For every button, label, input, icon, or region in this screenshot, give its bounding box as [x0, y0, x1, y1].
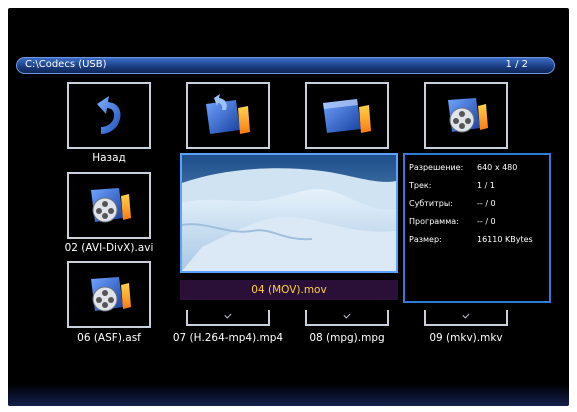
video-tile[interactable]: [424, 310, 508, 326]
chevron-down-icon: [343, 311, 351, 319]
preview-thumbnail-image: [182, 155, 396, 271]
info-key: Трек:: [409, 181, 432, 190]
folder-up-tile[interactable]: [186, 82, 270, 149]
info-key: Программа:: [409, 217, 459, 226]
info-value: -- / 0: [477, 217, 496, 226]
video-tile[interactable]: [186, 310, 270, 326]
tile-caption: 09 (mkv).mkv: [429, 332, 503, 344]
folder-up-icon: [206, 93, 250, 134]
video-tile[interactable]: [305, 310, 389, 326]
folder-icon: [323, 98, 371, 133]
back-arrow-icon: [97, 95, 121, 134]
info-value: 640 x 480: [477, 163, 518, 172]
path-bar: C:\Codecs (USB) 1 / 2: [16, 57, 555, 74]
info-key: Размер:: [409, 235, 442, 244]
film-reel-icon: [91, 187, 131, 222]
bottom-bar: [8, 384, 569, 406]
video-tile[interactable]: [67, 172, 151, 239]
info-key: Разрешение:: [409, 163, 464, 172]
info-value: 16110 KBytes: [477, 235, 533, 244]
film-reel-icon: [448, 97, 488, 132]
chevron-down-icon: [462, 311, 470, 319]
tile-caption: 08 (mpg).mpg: [309, 332, 385, 344]
video-preview[interactable]: [180, 153, 398, 273]
info-key: Субтитры:: [409, 199, 453, 208]
chevron-down-icon: [224, 311, 232, 319]
folder-tile[interactable]: [305, 82, 389, 149]
tile-caption: 07 (H.264-mp4).mp4: [172, 332, 284, 344]
page-indicator: 1 / 2: [505, 59, 528, 70]
video-tile[interactable]: [67, 261, 151, 328]
media-browser-screen: C:\Codecs (USB) 1 / 2 Назад 02 (AVI-DivX…: [8, 8, 569, 406]
film-reel-icon: [91, 276, 131, 311]
selected-file-name: 04 (MOV).mov: [180, 280, 398, 300]
tile-caption: 06 (ASF).asf: [77, 332, 141, 344]
current-path: C:\Codecs (USB): [25, 59, 107, 70]
info-value: -- / 0: [477, 199, 496, 208]
tile-caption: Назад: [92, 152, 126, 164]
file-info-panel: Разрешение: 640 x 480 Трек: 1 / 1 Субтит…: [403, 153, 551, 303]
info-value: 1 / 1: [477, 181, 495, 190]
tile-caption: 02 (AVI-DivX).avi: [64, 242, 154, 254]
video-tile[interactable]: [424, 82, 508, 149]
back-tile[interactable]: [67, 82, 151, 149]
